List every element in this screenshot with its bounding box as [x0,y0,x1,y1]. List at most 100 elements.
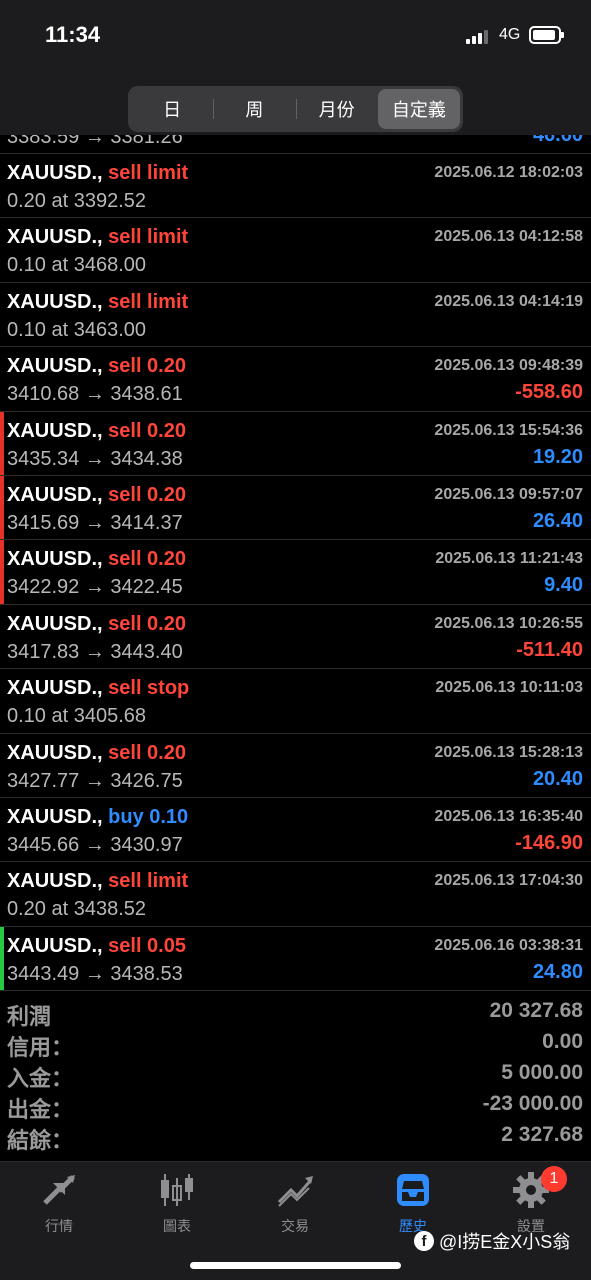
order-row[interactable]: XAUUSD., sell 0.05 3443.49 → 3438.53 2025.… [0,926,591,992]
order-timestamp: 2025.06.13 04:12:58 [434,228,583,246]
order-title: XAUUSD., sell 0.20 [7,548,186,571]
order-timestamp: 2025.06.13 10:26:55 [434,614,583,632]
order-timestamp: 2025.06.16 03:38:31 [434,936,583,954]
order-row[interactable]: XAUUSD., sell 0.20 3435.34 → 3434.38 2025.… [0,411,591,476]
order-detail: 3445.66 → 3430.97 [7,833,183,856]
order-row[interactable]: XAUUSD., sell 0.20 3415.69 → 3414.37 2025.… [0,475,591,541]
summary-row: 出金： -23 000.00 [0,1090,591,1122]
order-symbol: XAUUSD., [7,290,103,313]
order-symbol: XAUUSD., [7,805,103,828]
summary-label: 信用： [7,1035,74,1060]
order-symbol: XAUUSD., [7,419,103,442]
order-row[interactable]: XAUUSD., buy 0.10 3445.66 → 3430.97 2025.0… [0,798,591,863]
order-row[interactable]: XAUUSD., sell 0.20 3422.92 → 3422.45 2025.… [0,540,591,605]
order-title: XAUUSD., sell limit [7,226,188,249]
tab-chart-label: 圖表 [163,1218,191,1234]
order-row[interactable]: XAUUSD., sell limit 0.20 at 3392.52 2025.0… [0,154,591,219]
order-title: XAUUSD., sell 0.05 [7,935,186,958]
order-marker-bar [0,540,4,604]
order-detail: 3417.83 → 3443.40 [7,640,183,663]
order-timestamp: 2025.06.12 18:02:03 [434,164,583,181]
order-profit: -511.40 [516,638,583,661]
order-action: sell 0.20 [108,483,186,506]
account-summary: 利潤 20 327.68 信用： 0.00 入金： 5 000.00 出金： -23 000.… [0,997,591,1153]
signal-strength-icon [466,28,490,44]
order-timestamp: 2025.06.13 11:21:43 [435,550,583,568]
watermark: f @I捞E金X小S翁 [414,1228,570,1254]
facebook-icon: f [414,1231,434,1251]
order-title: XAUUSD., sell 0.20 [7,484,186,507]
summary-row: 結餘： 2 327.68 [0,1121,591,1153]
order-symbol: XAUUSD., [7,548,103,571]
order-detail: 0.10 at 3463.00 [7,318,147,341]
order-symbol: XAUUSD., [7,934,103,957]
order-row[interactable]: XAUUSD., sell 0.20 3417.83 → 3443.40 2025.… [0,605,591,670]
status-time: 11:34 [45,22,101,47]
tab-chart[interactable]: 圖表 [118,1170,236,1240]
order-symbol: XAUUSD., [7,612,103,635]
order-profit: 24.80 [532,960,583,983]
order-row[interactable]: XAUUSD., sell 0.20 3427.77 → 3426.75 2025.… [0,734,591,798]
order-title: XAUUSD., sell 0.20 [7,355,186,378]
order-title: XAUUSD., sell 0.20 [7,742,186,765]
order-marker-bar [0,411,4,475]
order-timestamp: 2025.06.13 17:04:30 [434,872,583,890]
order-detail: 0.20 at 3438.52 [7,898,147,921]
battery-icon [529,26,564,44]
home-indicator[interactable] [190,1262,401,1269]
order-action: sell limit [108,162,189,184]
order-profit: -558.60 [515,381,583,404]
order-action: sell limit [108,870,189,893]
history-list: 3383.59 → 3381.26 46.60 XAUUSD., sell limi… [0,117,591,992]
order-action: sell 0.20 [108,741,186,764]
order-detail: 3410.68 → 3438.61 [7,383,183,406]
order-action: sell 0.05 [108,934,186,957]
segment-custom[interactable]: 自定義 [377,89,460,129]
order-symbol: XAUUSD., [7,870,103,893]
settings-badge: 1 [541,1166,567,1192]
tab-trade-label: 交易 [281,1218,309,1234]
order-title: XAUUSD., sell 0.20 [7,420,186,443]
order-timestamp: 2025.06.13 10:11:03 [435,679,583,697]
order-timestamp: 2025.06.13 09:57:07 [434,485,583,503]
segment-week[interactable]: 周 [213,89,295,129]
order-timestamp: 2025.06.13 04:14:19 [434,292,583,310]
candlestick-chart-icon [161,1174,193,1206]
order-symbol: XAUUSD., [7,226,103,249]
order-profit: -146.90 [515,831,583,854]
order-row[interactable]: XAUUSD., sell 0.20 3410.68 → 3438.61 2025.… [0,347,591,412]
order-row[interactable]: XAUUSD., sell limit 0.10 at 3463.00 2025.0… [0,283,591,348]
order-action: buy 0.10 [108,805,189,828]
order-marker-bar [0,475,4,540]
order-detail: 3427.77 → 3426.75 [7,769,183,792]
segment-day[interactable]: 日 [131,89,213,129]
order-row[interactable]: XAUUSD., sell stop 0.10 at 3405.68 2025.06… [0,669,591,734]
summary-label: 利潤 [7,1004,52,1029]
tab-trade[interactable]: 交易 [236,1170,354,1240]
watermark-text: @I捞E金X小S翁 [439,1232,571,1252]
order-action: sell limit [108,226,189,249]
quotes-arrows-icon [43,1175,75,1205]
summary-label: 結餘： [7,1128,74,1153]
order-action: sell 0.20 [108,419,186,442]
order-title: XAUUSD., buy 0.10 [7,806,188,829]
segment-month[interactable]: 月份 [295,89,378,129]
order-detail: 0.10 at 3405.68 [7,705,147,728]
order-profit: 20.40 [532,767,583,790]
order-timestamp: 2025.06.13 15:54:36 [434,421,583,439]
order-symbol: XAUUSD., [7,355,103,378]
summary-row: 利潤 20 327.68 [0,997,591,1029]
order-symbol: XAUUSD., [7,741,103,764]
period-segmented-control: 日 周 月份 自定義 [128,86,463,132]
order-detail: 3435.34 → 3434.38 [7,447,183,470]
tab-quotes[interactable]: 行情 [0,1170,118,1240]
order-profit: 9.40 [544,574,583,597]
history-tray-icon [397,1174,429,1206]
order-row[interactable]: XAUUSD., sell limit 0.10 at 3468.00 2025.0… [0,218,591,283]
order-detail: 0.10 at 3468.00 [7,254,147,277]
order-row[interactable]: XAUUSD., sell limit 0.20 at 3438.52 2025.0… [0,862,591,927]
order-title: XAUUSD., sell limit [7,162,188,185]
order-detail: 0.20 at 3392.52 [7,190,147,212]
summary-label: 出金： [7,1097,74,1122]
summary-row: 信用： 0.00 [0,1028,591,1060]
